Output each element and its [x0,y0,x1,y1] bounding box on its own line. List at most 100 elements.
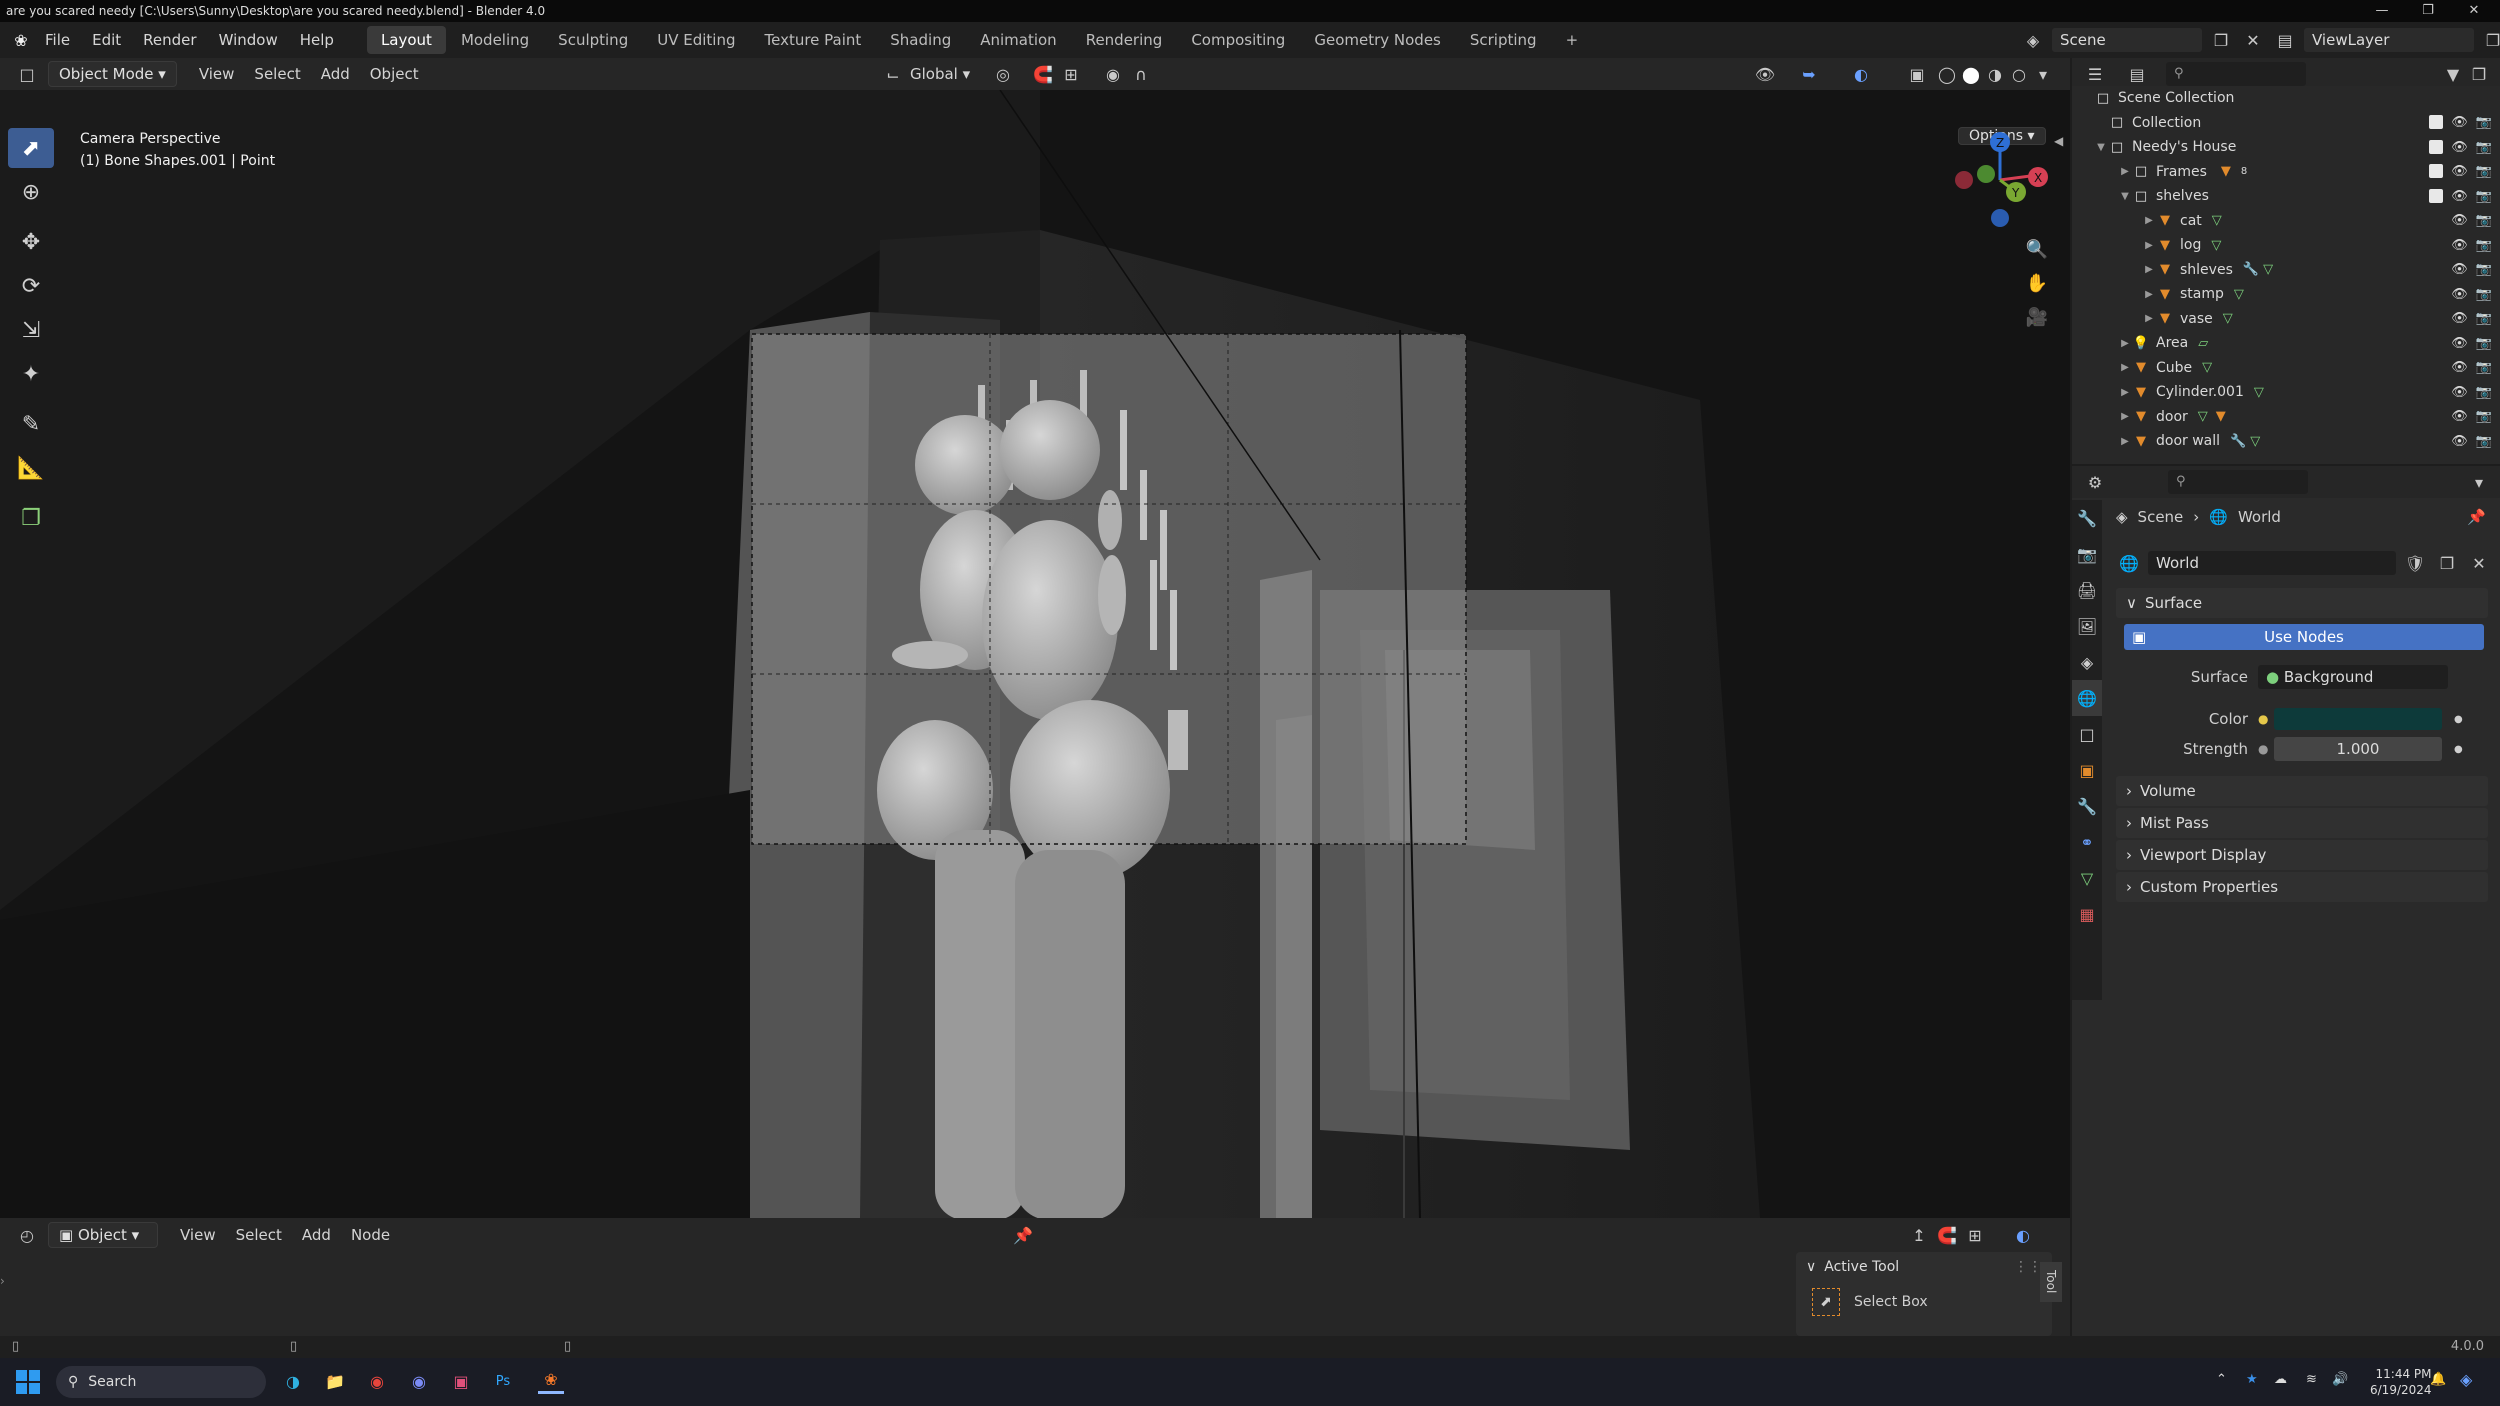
expand-arrow-icon[interactable]: ▶ [2142,215,2156,226]
bottom-editor-object-dropdown[interactable]: ▣ Object ▾ [48,1222,158,1248]
expand-arrow-icon[interactable]: ▼ [2094,142,2108,153]
file-explorer-icon[interactable]: 📁 [322,1368,348,1394]
expand-arrow-icon[interactable]: ▼ [2118,191,2132,202]
tab-geometry-nodes[interactable]: Geometry Nodes [1300,26,1455,54]
tab-compositing[interactable]: Compositing [1177,26,1299,54]
bottom-menu-view[interactable]: View [170,1222,226,1248]
expand-arrow-icon[interactable]: ▶ [2118,362,2132,373]
expand-arrow-icon[interactable]: ▶ [2142,313,2156,324]
constraint-tab-icon[interactable]: ⚭ [2072,824,2102,860]
snap-target-icon[interactable]: ⊞ [1058,61,1084,87]
eye-icon[interactable]: 👁 [2451,164,2468,179]
view-layer-tab-icon[interactable]: 🖼 [2072,608,2102,644]
camera-icon[interactable]: 📷 [2476,164,2492,179]
camera-icon[interactable]: 📷 [2476,262,2492,277]
keyframe-dot-icon[interactable]: ● [2454,744,2463,755]
outliner-row-cube[interactable]: ▶ ▼ Cube ▽ 👁 📷 [2072,356,2500,381]
volume-icon[interactable]: 🔊 [2332,1372,2348,1387]
eye-icon[interactable]: 👁 [2451,115,2468,130]
tab-animation[interactable]: Animation [966,26,1070,54]
unlink-world-icon[interactable]: ✕ [2466,550,2492,576]
scene-icon[interactable]: ◈ [2020,27,2046,53]
surface-panel-header[interactable]: ∨ Surface [2116,588,2488,618]
solid-shading-icon[interactable]: ⬤ [1958,61,1984,87]
outliner-editor-icon[interactable]: ☰ [2082,61,2108,87]
custom-properties-panel-header[interactable]: › Custom Properties [2116,872,2488,902]
expand-arrow-icon[interactable]: ▶ [2118,436,2132,447]
gizmo-toggle-icon[interactable]: ➥ [1796,61,1822,87]
outliner-row-vase[interactable]: ▶ ▼ vase ▽ 👁 📷 [2072,307,2500,332]
expand-arrow-icon[interactable]: ▶ [2118,338,2132,349]
move-tool-icon[interactable]: ✥ [8,222,54,262]
duplicate-world-icon[interactable]: ❐ [2434,550,2460,576]
outliner-row-cylinder[interactable]: ▶ ▼ Cylinder.001 ▽ 👁 📷 [2072,380,2500,405]
viewlayer-icon[interactable]: ▤ [2272,27,2298,53]
camera-icon[interactable]: 📷 [2476,189,2492,204]
eye-icon[interactable]: 👁 [2451,385,2468,400]
camera-icon[interactable]: 📷 [2476,311,2492,326]
notification-bell-icon[interactable]: 🔔 [2430,1372,2446,1387]
node-snap-target-icon[interactable]: ⊞ [1962,1222,1988,1248]
expand-region-icon[interactable]: › [0,1274,5,1288]
transform-orientation-dropdown[interactable]: Global ▾ [900,61,980,87]
properties-search-input[interactable]: ⚲ [2168,470,2308,494]
tab-texture-paint[interactable]: Texture Paint [750,26,875,54]
bluetooth-icon[interactable]: ★ [2246,1372,2258,1387]
tab-scripting[interactable]: Scripting [1456,26,1551,54]
3d-viewport[interactable] [0,90,2070,1218]
camera-view-icon[interactable]: 🎥 [2024,304,2050,330]
modifier-tab-icon[interactable]: 🔧 [2072,788,2102,824]
scene-collection-row[interactable]: □ Scene Collection [2072,86,2500,111]
camera-icon[interactable]: 📷 [2476,287,2492,302]
scene-tab-icon[interactable]: ◈ [2072,644,2102,680]
bottom-menu-select[interactable]: Select [226,1222,292,1248]
chrome-icon[interactable]: ◉ [364,1368,390,1394]
tab-shading[interactable]: Shading [876,26,965,54]
viewport-display-panel-header[interactable]: › Viewport Display [2116,840,2488,870]
eye-icon[interactable]: 👁 [2451,262,2468,277]
measure-tool-icon[interactable]: 📐 [8,448,54,488]
eye-icon[interactable]: 👁 [2451,140,2468,155]
xray-icon[interactable]: ▣ [1904,61,1930,87]
outliner-row-frames[interactable]: ▶ □ Frames ▼ 8 👁 📷 [2072,160,2500,185]
viewport-menu-add[interactable]: Add [311,61,360,87]
properties-editor-icon[interactable]: ⚙ [2082,469,2108,495]
volume-panel-header[interactable]: › Volume [2116,776,2488,806]
rotate-tool-icon[interactable]: ⟳ [8,266,54,306]
overlays-icon[interactable]: ◐ [1848,61,1874,87]
minimize-icon[interactable]: — [2362,0,2402,22]
menu-file[interactable]: File [34,22,81,58]
taskbar-clock[interactable]: 11:44 PM 6/19/2024 [2370,1366,2432,1398]
drag-handle-icon[interactable]: ⋮⋮ [2014,1259,2042,1275]
camera-icon[interactable]: 📷 [2476,409,2492,424]
viewport-menu-object[interactable]: Object [360,61,429,87]
discord-icon[interactable]: ◉ [406,1368,432,1394]
exclude-checkbox[interactable] [2429,188,2444,203]
material-shading-icon[interactable]: ◑ [1982,61,2008,87]
fake-user-icon[interactable]: 🛡 [2402,550,2428,576]
display-mode-icon[interactable]: ▤ [2124,61,2150,87]
outliner-row-needys-house[interactable]: ▼ □ Needy's House 👁 📷 [2072,135,2500,160]
outliner-row-door[interactable]: ▶ ▼ door ▽ ▼ 👁 📷 [2072,405,2500,430]
delete-scene-icon[interactable]: ✕ [2240,27,2266,53]
navigation-gizmo[interactable]: Z X Y [1950,130,2050,230]
bottom-menu-node[interactable]: Node [341,1222,400,1248]
eye-icon[interactable]: 👁 [2451,238,2468,253]
node-snap-icon[interactable]: 🧲 [1934,1222,1960,1248]
pin-node-tree-icon[interactable]: 📌 [1010,1222,1036,1248]
eye-icon[interactable]: 👁 [2451,189,2468,204]
pin-icon[interactable]: 📌 [2467,508,2486,526]
maximize-icon[interactable]: ❐ [2408,0,2448,22]
viewport-menu-select[interactable]: Select [244,61,310,87]
tab-sculpting[interactable]: Sculpting [544,26,642,54]
tab-layout[interactable]: Layout [366,26,446,54]
camera-icon[interactable]: 📷 [2476,213,2492,228]
collection-tab-icon[interactable]: □ [2072,716,2102,752]
camera-icon[interactable]: 📷 [2476,115,2492,130]
bottom-menu-add[interactable]: Add [292,1222,341,1248]
photoshop-icon[interactable]: Ps [490,1368,516,1394]
use-nodes-button[interactable]: ▣ Use Nodes [2124,624,2484,650]
active-tool-header[interactable]: ∨ Active Tool ⋮⋮ [1796,1252,2052,1282]
cloud-icon[interactable]: ☁ [2274,1372,2287,1387]
keyframe-dot-icon[interactable]: ● [2454,714,2463,725]
